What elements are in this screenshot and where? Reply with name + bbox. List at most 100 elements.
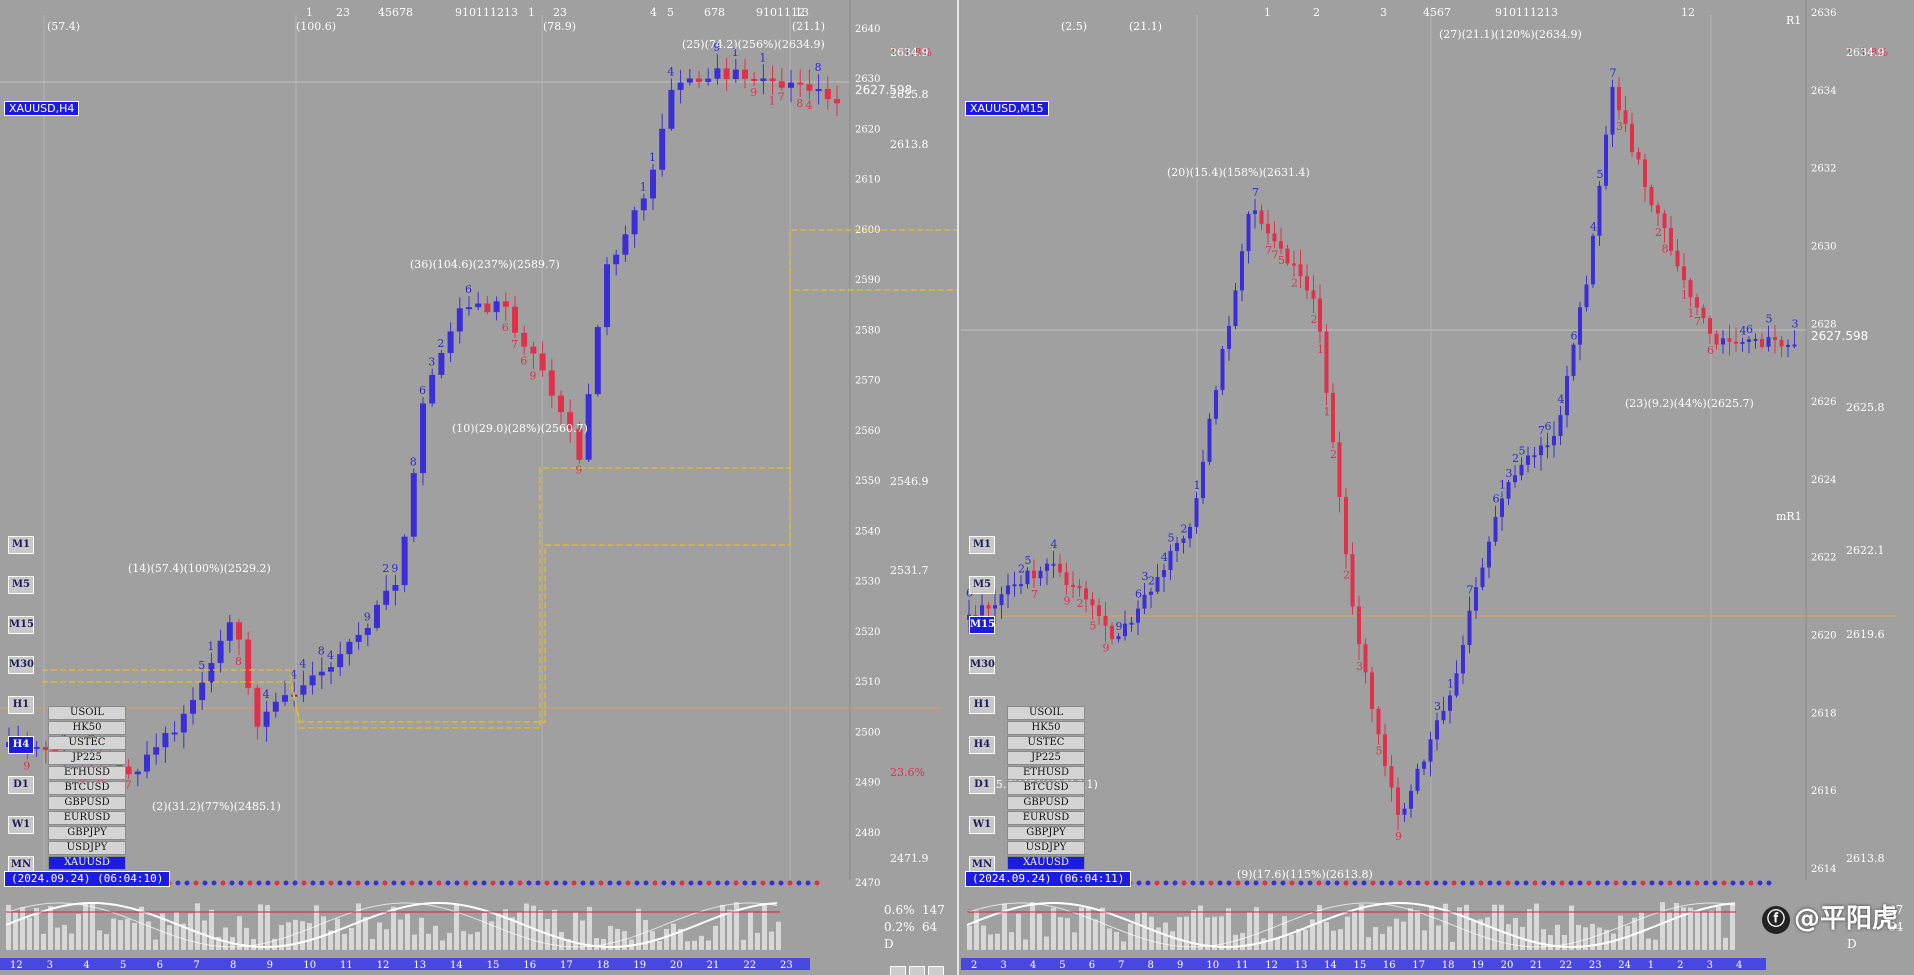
volume-bar [1086,907,1091,950]
symbol-btcusd-item[interactable]: BTCUSD [1007,781,1085,795]
top-range-label: (78.9) [543,20,576,33]
tf-m15-button[interactable]: M15 [8,616,34,634]
candle-body [1701,307,1706,319]
chart-pane-h4[interactable]: 2640 2630 2620 2610 2600 2590 2580 2570 2560 2550… [0,0,959,975]
candle-body [1441,710,1446,721]
signal-dot [1316,880,1322,886]
time-axis-label: 23 [780,960,793,971]
candle-body [1461,644,1465,674]
signal-dot [1181,880,1187,886]
tf-w1-button[interactable]: W1 [8,816,34,834]
symbol-gbpusd-item[interactable]: GBPUSD [1007,796,1085,810]
tf-m1-button[interactable]: M1 [969,536,995,554]
time-axis-label: 8 [230,960,236,971]
tf-m30-button[interactable]: M30 [969,656,995,674]
tf-m5-button[interactable]: M5 [969,576,995,594]
count-label: 2 [1148,575,1155,588]
candle-body [346,641,353,655]
symbol-jp225-item[interactable]: JP225 [48,751,126,765]
volume-bar [1366,937,1371,950]
tf-m30-button[interactable]: M30 [8,656,34,674]
signal-dot [688,880,694,886]
tf-h1-button[interactable]: H1 [969,696,995,714]
timeframe-selector[interactable]: M1 M5 M15 M30 H1 H4 D1 W1 MN [969,536,997,896]
candle-body [1714,333,1719,345]
symbol-gbpjpy-item[interactable]: GBPJPY [1007,826,1085,840]
symbol-ethusd-item[interactable]: ETHUSD [48,766,126,780]
symbol-ustec-item[interactable]: USTEC [48,736,126,750]
volume-bar [657,941,662,950]
btn-b[interactable] [909,966,925,975]
symbol-usdjpy-item[interactable]: USDJPY [1007,841,1085,855]
candle-chart-h4[interactable]: 2640263026202610260025902580257025602550… [0,0,957,975]
timeframe-selector[interactable]: M1 M5 M15 M30 H1 H4 D1 W1 MN [8,536,36,896]
volume-bar [685,941,690,950]
tf-d1-button[interactable]: D1 [969,776,995,794]
symbol-list[interactable]: USOIL HK50 USTEC JP225 ETHUSD BTCUSD GBPUSD EUR… [1007,706,1085,871]
symbol-eurusd-item[interactable]: EURUSD [48,811,126,825]
top-count: 910111213 [455,6,518,19]
top-range-label: (21.1) [1129,20,1162,33]
volume-bar [188,913,193,950]
candle-body [1688,280,1693,298]
symbol-ustec-item[interactable]: USTEC [1007,736,1085,750]
candle-body [1084,588,1088,600]
count-label: 1 [759,51,766,64]
volume-bar [370,938,375,950]
symbol-hk50-item[interactable]: HK50 [1007,721,1085,735]
symbol-list[interactable]: USOIL HK50 USTEC JP225 ETHUSD BTCUSD GBPUSD EUR… [48,706,126,871]
tf-h4-button[interactable]: H4 [8,736,34,754]
btn-a[interactable] [890,966,906,975]
candle-body [1760,338,1764,347]
symbol-gbpusd-item[interactable]: GBPUSD [48,796,126,810]
symbol-jp225-item[interactable]: JP225 [1007,751,1085,765]
price-tick: 2530 [855,577,880,588]
count-label: 2 [1181,523,1188,536]
tf-h4-button[interactable]: H4 [969,736,995,754]
signal-dot [238,880,244,886]
tf-m1-button[interactable]: M1 [8,536,34,554]
count-label: 4 [299,658,306,671]
btn-c[interactable] [928,966,944,975]
symbol-ethusd-item[interactable]: ETHUSD [1007,766,1085,780]
signal-dot [715,880,721,886]
candle-body [650,169,656,199]
tf-m15-button[interactable]: M15 [969,616,995,634]
chart-pane-m15[interactable]: 2636 2634 2632 2630 2628 2626 2624 2622 2620 2618… [961,0,1914,975]
scroll-buttons[interactable] [890,961,947,975]
signal-dot [1397,880,1403,886]
symbol-btcusd-item[interactable]: BTCUSD [48,781,126,795]
symbol-eurusd-item[interactable]: EURUSD [1007,811,1085,825]
tf-m5-button[interactable]: M5 [8,576,34,594]
candle-body [539,353,546,371]
signal-dot [571,880,577,886]
candle-body [1370,672,1374,709]
symbol-gbpjpy-item[interactable]: GBPJPY [48,826,126,840]
candle-body [1097,605,1101,616]
symbol-xauusd-item[interactable]: XAUUSD [1007,856,1085,870]
time-axis-label: 21 [707,960,720,971]
symbol-usoil-item[interactable]: USOIL [1007,706,1085,720]
signal-dot [589,880,595,886]
volume-bar [1142,911,1147,950]
tf-w1-button[interactable]: W1 [969,816,995,834]
symbol-usdjpy-item[interactable]: USDJPY [48,841,126,855]
tf-h1-button[interactable]: H1 [8,696,34,714]
count-label: 4 [327,649,334,662]
signal-dot [643,880,649,886]
signal-dot [796,880,802,886]
symbol-hk50-item[interactable]: HK50 [48,721,126,735]
candle-body [1519,464,1524,476]
signal-dot [724,880,730,886]
top-count: 2 [1313,6,1320,19]
symbol-xauusd-item[interactable]: XAUUSD [48,856,126,870]
tf-d1-button[interactable]: D1 [8,776,34,794]
signal-dot [1271,880,1277,886]
candle-body [1142,594,1147,609]
candle-body [1786,344,1790,347]
candle-chart-m15[interactable]: 2636263426322630262826262624262226202618… [961,0,1914,975]
candle-body [1090,599,1095,606]
swing-label: (14)(57.4)(100%)(2529.2) [128,562,271,575]
volume-bar [62,924,67,950]
symbol-usoil-item[interactable]: USOIL [48,706,126,720]
